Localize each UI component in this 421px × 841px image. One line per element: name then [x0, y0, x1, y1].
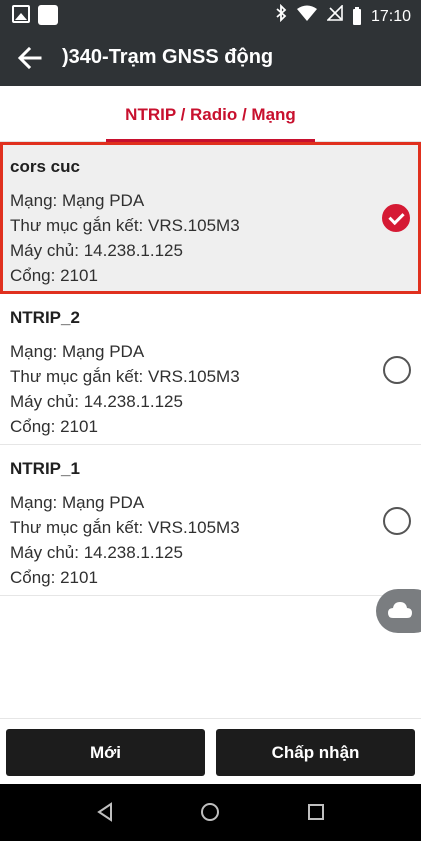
cloud-icon	[388, 602, 412, 618]
profile-network: Mạng: Mạng PDA	[10, 342, 145, 361]
back-triangle-icon	[97, 802, 112, 822]
radio-unselected-icon[interactable]	[383, 507, 411, 535]
system-nav-bar	[0, 784, 421, 841]
profile-list: cors cuc Mạng: Mạng PDA Thư mục gắn kết:…	[0, 142, 421, 596]
arrow-left-icon	[17, 46, 42, 70]
profile-host: Máy chủ: 14.238.1.125	[10, 241, 183, 260]
nav-home-button[interactable]	[198, 800, 222, 824]
list-item[interactable]: NTRIP_1 Mạng: Mạng PDA Thư mục gắn kết: …	[0, 445, 421, 596]
profile-mountpoint: Thư mục gắn kết: VRS.105M3	[10, 216, 240, 235]
cloud-button[interactable]	[376, 589, 421, 633]
profile-name: NTRIP_1	[10, 459, 80, 478]
profile-port: Cổng: 2101	[10, 266, 98, 285]
profile-host: Máy chủ: 14.238.1.125	[10, 392, 183, 411]
list-item[interactable]: NTRIP_2 Mạng: Mạng PDA Thư mục gắn kết: …	[0, 294, 421, 445]
profile-mountpoint: Thư mục gắn kết: VRS.105M3	[10, 367, 240, 386]
profile-host: Máy chủ: 14.238.1.125	[10, 543, 183, 562]
page-title: )340-Trạm GNSS động	[62, 46, 274, 68]
status-bar: 17:10	[0, 0, 421, 30]
accept-button[interactable]: Chấp nhận	[216, 729, 415, 776]
nav-recents-button[interactable]	[304, 800, 328, 824]
profile-name: NTRIP_2	[10, 308, 80, 327]
wifi-icon	[296, 5, 317, 28]
radio-selected-icon[interactable]	[382, 204, 410, 232]
home-circle-icon	[201, 803, 219, 821]
tab-ntrip-radio-network[interactable]: NTRIP / Radio / Mạng	[106, 86, 315, 142]
new-button[interactable]: Mới	[6, 729, 205, 776]
clock: 17:10	[370, 7, 411, 25]
profile-network: Mạng: Mạng PDA	[10, 493, 145, 512]
battery-icon	[352, 6, 361, 25]
bluetooth-icon	[275, 3, 287, 29]
tab-bar: NTRIP / Radio / Mạng	[0, 86, 421, 142]
list-item[interactable]: cors cuc Mạng: Mạng PDA Thư mục gắn kết:…	[0, 142, 421, 294]
profile-mountpoint: Thư mục gắn kết: VRS.105M3	[10, 518, 240, 537]
app-bar: )340-Trạm GNSS động	[0, 30, 421, 86]
square-icon	[38, 5, 58, 25]
back-button[interactable]	[14, 42, 46, 74]
action-bar: Mới Chấp nhận	[0, 718, 421, 784]
image-icon	[12, 5, 30, 23]
profile-name: cors cuc	[10, 157, 80, 176]
profile-network: Mạng: Mạng PDA	[10, 191, 145, 210]
profile-port: Cổng: 2101	[10, 417, 98, 436]
no-sim-icon	[326, 4, 343, 28]
profile-port: Cổng: 2101	[10, 568, 98, 587]
recents-square-icon	[308, 804, 324, 820]
nav-back-button[interactable]	[94, 800, 118, 824]
radio-unselected-icon[interactable]	[383, 356, 411, 384]
